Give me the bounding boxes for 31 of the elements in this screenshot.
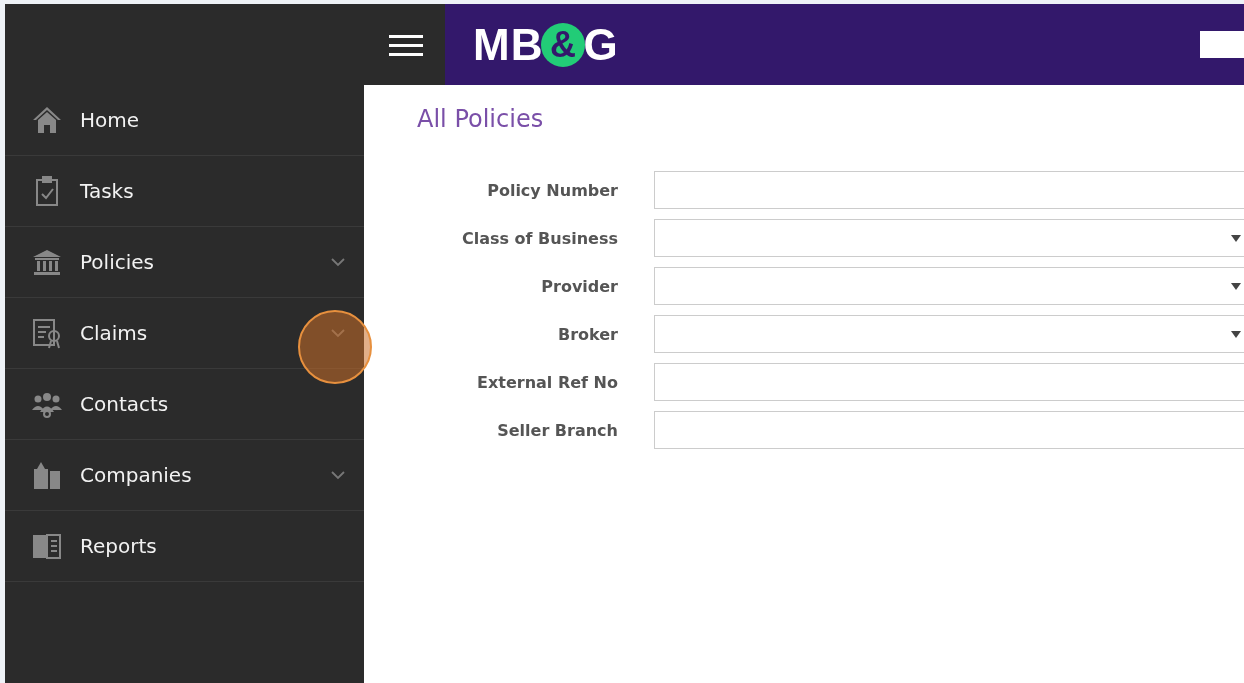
- input-field[interactable]: [654, 171, 1244, 209]
- field-label: Class of Business: [460, 228, 618, 248]
- sidebar-item[interactable]: Home: [5, 85, 364, 156]
- dropdown-arrow-icon: [1231, 235, 1241, 242]
- sidebar-item[interactable]: Contacts: [5, 369, 364, 440]
- dropdown-field[interactable]: [654, 267, 1244, 305]
- field-label: Provider: [540, 276, 618, 296]
- dropdown-field[interactable]: [654, 219, 1244, 257]
- chevron-down-icon: [331, 257, 345, 267]
- menu-icon[interactable]: [389, 32, 423, 57]
- chevron-down-icon: [331, 470, 345, 480]
- field-label: Broker: [556, 324, 618, 344]
- input-field[interactable]: [654, 363, 1244, 401]
- field-label: External Ref No: [476, 372, 618, 392]
- chevron-down-icon: [331, 328, 345, 338]
- sidebar-item[interactable]: Policies: [5, 227, 364, 298]
- logo[interactable]: MB&G: [473, 19, 619, 70]
- sidebar-item[interactable]: Reports: [5, 511, 364, 582]
- page-title: All Policies: [417, 105, 545, 133]
- house-icon: [31, 104, 63, 136]
- dropdown-arrow-icon: [1231, 331, 1241, 338]
- field-label: Seller Branch: [496, 420, 618, 440]
- sidebar-item[interactable]: Tasks: [5, 156, 364, 227]
- input-field[interactable]: [654, 411, 1244, 449]
- dropdown-arrow-icon: [1231, 283, 1241, 290]
- field-label: Policy Number: [486, 180, 618, 200]
- certificate-icon: [31, 317, 63, 349]
- dropdown-field[interactable]: [654, 315, 1244, 353]
- sidebar-item[interactable]: Claims: [5, 298, 364, 369]
- sidebar-item[interactable]: Companies: [5, 440, 364, 511]
- search-field[interactable]: [1200, 31, 1244, 58]
